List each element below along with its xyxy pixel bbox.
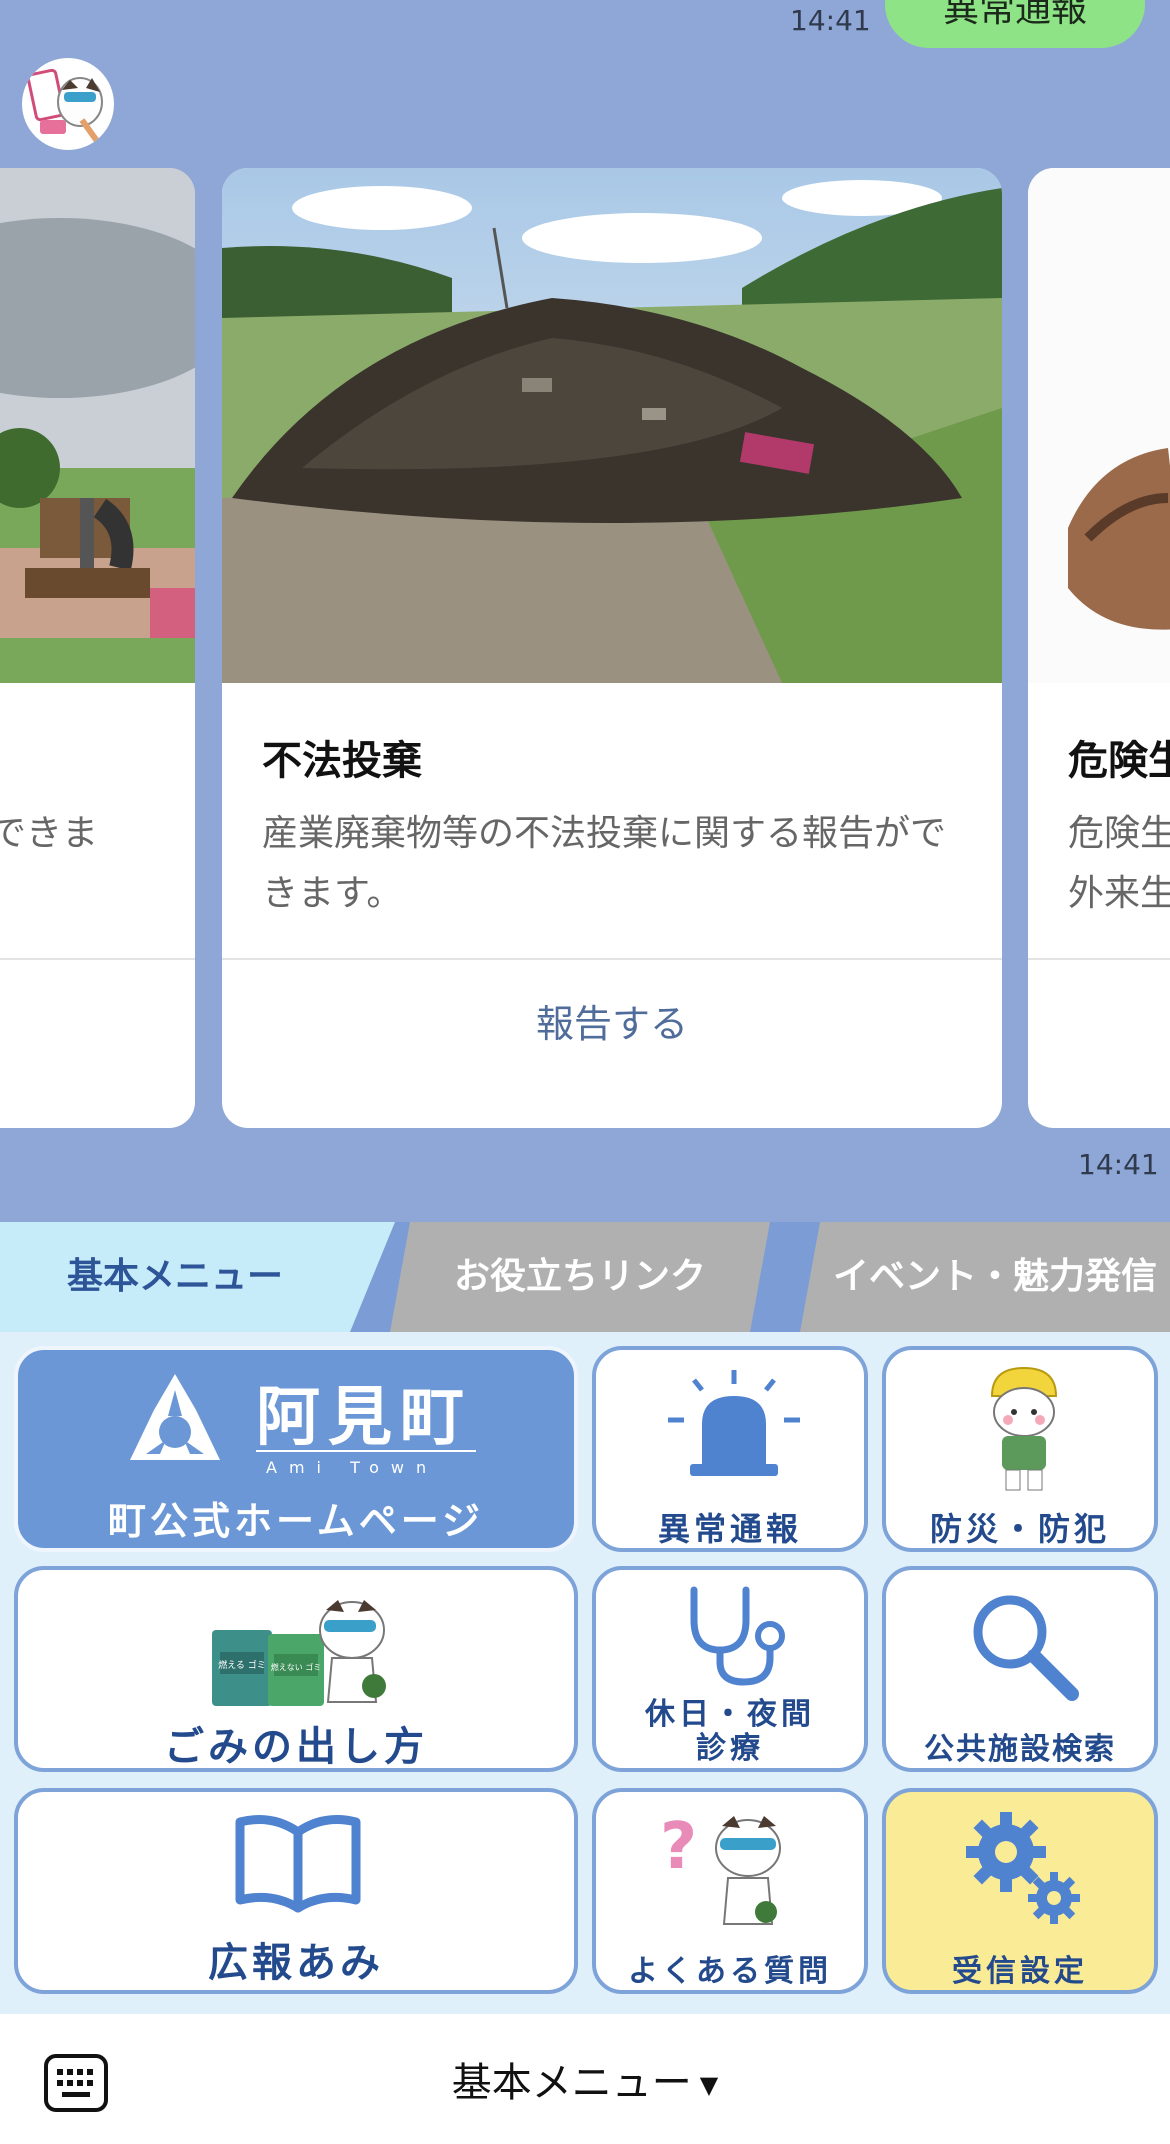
- town-logo-subtext: Ami Town: [266, 1458, 439, 1477]
- carousel-card-left[interactable]: できま: [0, 168, 195, 1128]
- town-homepage-button[interactable]: 阿見町 Ami Town 町公式ホームページ: [14, 1346, 578, 1552]
- card-title: 不法投棄: [262, 738, 422, 784]
- card-divider: [1028, 958, 1170, 960]
- disaster-label: 防災・防犯: [929, 1510, 1110, 1548]
- gears-icon: [966, 1812, 1080, 1924]
- card-divider: [222, 958, 1002, 960]
- rich-menu: 基本メニュー お役立ちリンク イベント・魅力発信 阿見町 Ami Town 町公…: [0, 1222, 1170, 2014]
- menu-tabs: 基本メニュー お役立ちリンク イベント・魅力発信: [0, 1222, 1170, 1332]
- siren-icon: [668, 1370, 800, 1476]
- emergency-report-button[interactable]: 異常通報: [592, 1346, 868, 1552]
- carousel-card-illegal-dumping[interactable]: 不法投棄 産業廃棄物等の不法投棄に関する報告ができます。 報告する: [222, 168, 1002, 1128]
- card-description: 産業廃棄物等の不法投棄に関する報告ができます。: [262, 813, 947, 914]
- holiday-night-clinic-button[interactable]: 休日・夜間 診療: [592, 1566, 868, 1772]
- svg-text:燃えない ゴミ: 燃えない ゴミ: [271, 1662, 322, 1672]
- sent-message-bubble[interactable]: 異常通報: [885, 0, 1145, 48]
- rich-menu-toggle[interactable]: 基本メニュー ▼: [0, 2050, 1170, 2108]
- clinic-label: 休日・夜間 診療: [645, 1697, 815, 1766]
- card-title: 危険生: [1068, 738, 1170, 784]
- report-button[interactable]: 報告する: [222, 993, 1002, 1048]
- card-divider: [0, 958, 195, 960]
- card-description: できま: [0, 813, 99, 854]
- chat-area: 異常通報 14:41 できま 不法投棄 産業廃棄物等の不法投棄に関する報告ができ…: [0, 0, 1170, 1222]
- facility-label: 公共施設検索: [924, 1732, 1116, 1767]
- tab-useful-links[interactable]: お役立ちリンク: [390, 1222, 770, 1332]
- illegal-dumping-photo: [222, 168, 1002, 683]
- garbage-bins-mascot-icon: 燃える ゴミ 燃えない ゴミ: [212, 1600, 386, 1706]
- faq-label: よくある質問: [628, 1954, 832, 1989]
- triangle-down-icon: ▼: [699, 2071, 719, 2099]
- logo-underline: [256, 1450, 476, 1452]
- park-photo: [0, 168, 195, 683]
- bottom-bar: 基本メニュー ▼: [0, 2014, 1170, 2144]
- mascot-helmet-icon: [990, 1366, 1058, 1491]
- carousel-card-right[interactable]: 危険生 危険生 外来生: [1028, 168, 1170, 1128]
- public-facility-search-button[interactable]: 公共施設検索: [882, 1566, 1158, 1772]
- message-timestamp: 14:41: [790, 4, 871, 37]
- notification-settings-button[interactable]: 受信設定: [882, 1788, 1158, 1994]
- open-book-icon: [235, 1815, 361, 1913]
- garbage-guide-button[interactable]: 燃える ゴミ 燃えない ゴミ ごみの出し方: [14, 1566, 578, 1772]
- creature-photo: [1028, 168, 1170, 683]
- disaster-crime-prevention-button[interactable]: 防災・防犯: [882, 1346, 1158, 1552]
- newsletter-button[interactable]: 広報あみ: [14, 1788, 578, 1994]
- town-emblem-icon: [130, 1374, 220, 1460]
- newsletter-label: 広報あみ: [208, 1940, 384, 1986]
- svg-text:燃える ゴミ: 燃える ゴミ: [218, 1659, 266, 1671]
- magnifier-icon: [973, 1595, 1079, 1701]
- question-mascot-icon: ?: [660, 1810, 781, 1925]
- settings-label: 受信設定: [952, 1954, 1088, 1989]
- message-timestamp: 14:41: [1078, 1148, 1159, 1181]
- svg-text:?: ?: [660, 1810, 697, 1884]
- town-logo-text: 阿見町: [256, 1381, 472, 1455]
- bot-avatar[interactable]: [22, 58, 114, 150]
- tab-basic-menu[interactable]: 基本メニュー: [0, 1222, 395, 1332]
- faq-button[interactable]: ? よくある質問: [592, 1788, 868, 1994]
- homepage-label: 町公式ホームページ: [107, 1499, 485, 1543]
- emergency-label: 異常通報: [657, 1510, 802, 1548]
- stethoscope-icon: [690, 1586, 785, 1686]
- garbage-label: ごみの出し方: [164, 1724, 428, 1770]
- card-description: 危険生 外来生: [1068, 813, 1170, 914]
- tab-events[interactable]: イベント・魅力発信: [800, 1222, 1170, 1332]
